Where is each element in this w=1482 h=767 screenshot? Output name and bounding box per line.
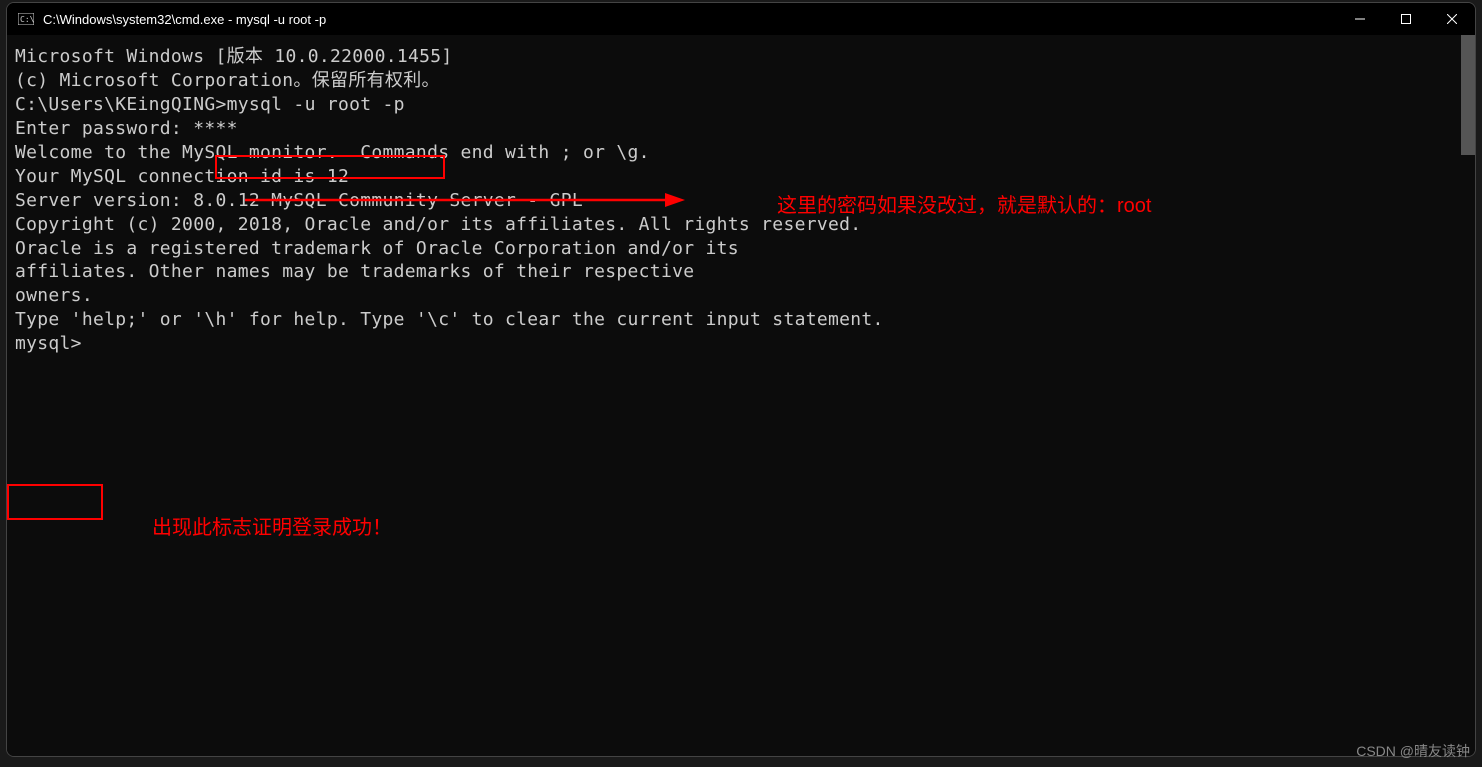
titlebar[interactable]: C:\ C:\Windows\system32\cmd.exe - mysql … — [7, 3, 1475, 35]
terminal-line: Microsoft Windows [版本 10.0.22000.1455] — [15, 45, 1467, 69]
scrollbar-thumb[interactable] — [1461, 35, 1475, 155]
annotation-success-hint: 出现此标志证明登录成功！ — [152, 515, 392, 542]
terminal-line: owners. — [15, 284, 1467, 308]
window-controls — [1337, 3, 1475, 35]
mysql-prompt: mysql> — [15, 332, 1467, 356]
terminal-line: Copyright (c) 2000, 2018, Oracle and/or … — [15, 213, 1467, 237]
terminal-line: (c) Microsoft Corporation。保留所有权利。 — [15, 69, 1467, 93]
maximize-button[interactable] — [1383, 3, 1429, 35]
terminal-line: Your MySQL connection id is 12 — [15, 165, 1467, 189]
terminal-line: Type 'help;' or '\h' for help. Type '\c'… — [15, 308, 1467, 332]
window-title: C:\Windows\system32\cmd.exe - mysql -u r… — [43, 12, 326, 27]
minimize-button[interactable] — [1337, 3, 1383, 35]
terminal-line: Oracle is a registered trademark of Orac… — [15, 237, 1467, 261]
terminal-line: Welcome to the MySQL monitor. Commands e… — [15, 141, 1467, 165]
svg-text:C:\: C:\ — [20, 15, 34, 24]
terminal-line: Server version: 8.0.12 MySQL Community S… — [15, 189, 1467, 213]
prompt-path: C:\Users\KEingQING> — [15, 94, 227, 115]
close-button[interactable] — [1429, 3, 1475, 35]
watermark: CSDN @晴友读钟 — [1356, 741, 1470, 761]
annotation-highlight-prompt — [7, 484, 103, 520]
cmd-icon: C:\ — [17, 12, 35, 26]
annotation-password-hint: 这里的密码如果没改过，就是默认的：root — [777, 193, 1151, 220]
terminal-line: affiliates. Other names may be trademark… — [15, 260, 1467, 284]
terminal-line: C:\Users\KEingQING>mysql -u root -p — [15, 93, 1467, 117]
typed-command: mysql -u root -p — [227, 94, 405, 115]
terminal-line: Enter password: **** — [15, 117, 1467, 141]
terminal-body[interactable]: Microsoft Windows [版本 10.0.22000.1455] (… — [7, 35, 1475, 756]
cmd-window: C:\ C:\Windows\system32\cmd.exe - mysql … — [6, 2, 1476, 757]
